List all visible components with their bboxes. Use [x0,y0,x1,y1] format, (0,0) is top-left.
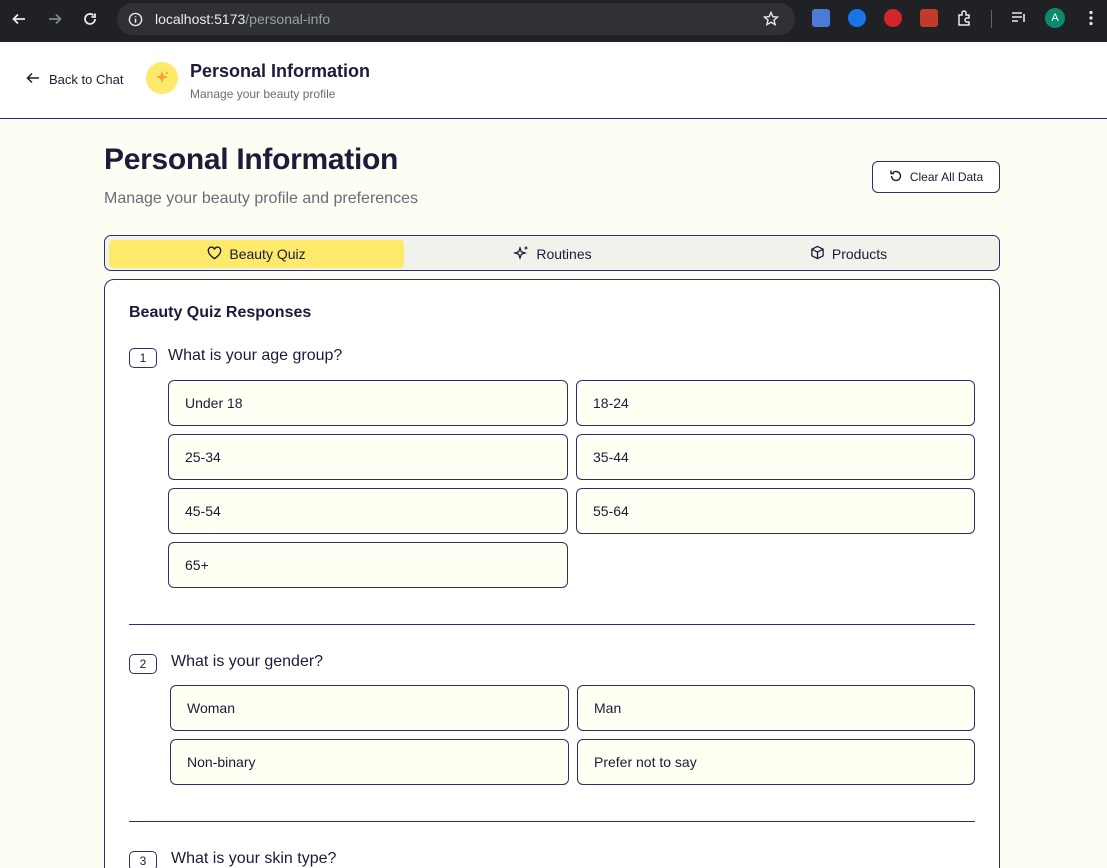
devtools-extension-icon[interactable] [920,9,938,27]
arrow-left-icon [26,71,40,88]
address-bar[interactable]: localhost:5173/personal-info [117,3,795,35]
question-text: What is your gender? [171,653,324,670]
password-manager-extension-icon[interactable] [848,9,866,27]
extensions-puzzle-icon[interactable] [956,9,974,27]
option-25-34[interactable]: 25-34 [168,434,568,480]
header-title: Personal Information [190,61,371,81]
question-number-badge: 1 [129,348,157,368]
option-man[interactable]: Man [577,685,975,731]
back-arrow-icon[interactable] [8,8,30,30]
quiz-responses-title: Beauty Quiz Responses [129,304,312,321]
section-divider [129,624,975,625]
tab-routines-label: Routines [536,246,592,262]
page-title: Personal Information [104,143,399,176]
forward-arrow-icon[interactable] [44,8,66,30]
tab-products[interactable]: Products [701,240,996,268]
section-divider [129,821,975,822]
question-text: What is your age group? [168,347,343,364]
sparkle-icon [146,62,178,94]
reload-icon[interactable] [79,8,101,30]
question-number-badge: 2 [129,654,157,674]
quiz-responses-card: Beauty Quiz Responses 1 What is your age… [104,279,1000,868]
url-host: localhost:5173 [155,11,246,27]
option-18-24[interactable]: 18-24 [576,380,975,426]
block-extension-icon[interactable] [884,9,902,27]
translate-extension-icon[interactable] [812,9,830,27]
tab-bar: Beauty Quiz Routines Products [104,235,1000,271]
kebab-menu-icon[interactable] [1082,9,1100,27]
option-woman[interactable]: Woman [170,685,569,731]
option-under-18[interactable]: Under 18 [168,380,568,426]
browser-toolbar: localhost:5173/personal-info A [0,0,1107,42]
tab-beauty-quiz-label: Beauty Quiz [229,246,306,262]
option-35-44[interactable]: 35-44 [576,434,975,480]
option-45-54[interactable]: 45-54 [168,488,568,534]
tab-routines[interactable]: Routines [404,240,701,268]
tab-products-label: Products [831,246,888,262]
clear-all-data-button[interactable]: Clear All Data [872,161,1000,193]
clear-all-data-label: Clear All Data [909,170,984,184]
back-to-chat-label: Back to Chat [49,72,124,87]
bookmark-star-icon[interactable] [762,10,780,32]
heart-icon [207,245,222,263]
profile-avatar[interactable]: A [1045,8,1065,28]
option-65-plus[interactable]: 65+ [168,542,568,588]
tab-beauty-quiz[interactable]: Beauty Quiz [109,240,404,268]
page-subtitle: Manage your beauty profile and preferenc… [104,190,418,207]
option-non-binary[interactable]: Non-binary [170,739,569,785]
app-header: Back to Chat Personal Information Manage… [0,42,1107,119]
box-icon [810,245,825,263]
url-text: localhost:5173/personal-info [155,11,330,27]
reset-icon [889,169,903,186]
media-controls-icon[interactable] [1010,9,1028,27]
url-path: /personal-info [245,11,331,27]
sparkles-icon [513,245,529,264]
option-prefer-not-to-say[interactable]: Prefer not to say [577,739,975,785]
question-text: What is your skin type? [171,850,337,867]
option-55-64[interactable]: 55-64 [576,488,975,534]
site-info-icon[interactable] [128,12,143,32]
header-subtitle: Manage your beauty profile [190,87,336,101]
toolbar-divider [991,10,992,28]
back-to-chat-link[interactable]: Back to Chat [26,71,123,88]
question-number-badge: 3 [129,851,157,868]
